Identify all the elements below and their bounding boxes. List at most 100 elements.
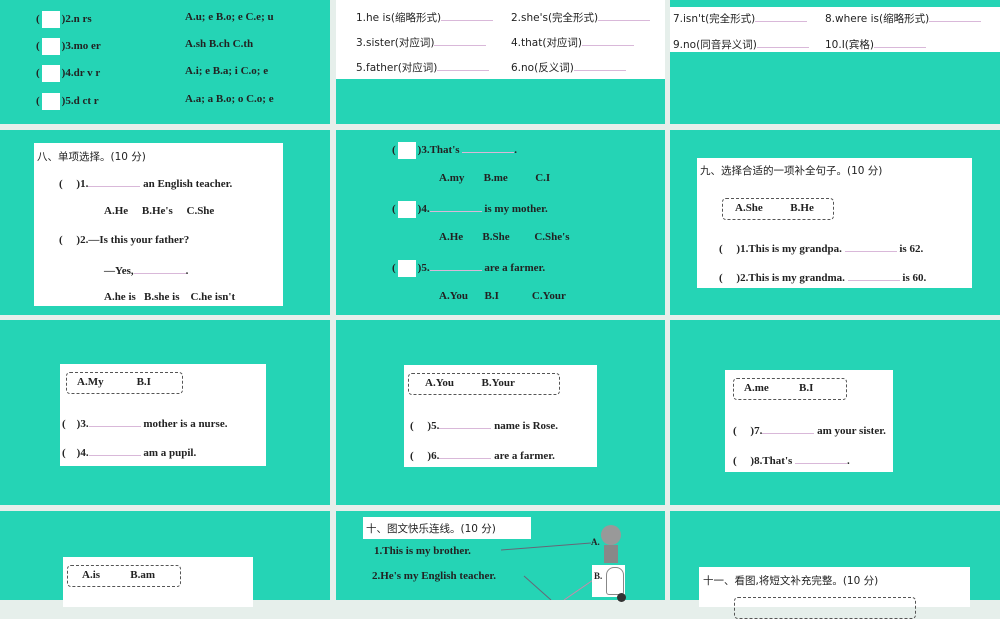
- white-panel: A.My B.I ( )3. mother is a nurse. ( )4. …: [60, 364, 266, 466]
- item: 9.no(同音异义词): [673, 39, 757, 51]
- options: A.u; e B.o; e C.e; u: [185, 11, 274, 23]
- blank: [88, 176, 141, 187]
- blank: [88, 445, 141, 456]
- answer-box[interactable]: [397, 260, 416, 277]
- blank: [462, 142, 515, 154]
- blank: [762, 423, 815, 434]
- options: A.a; a B.o; o C.o; e: [185, 93, 274, 105]
- item: 2.she's(完全形式): [511, 12, 599, 24]
- question-row: ()3.mo er: [36, 38, 101, 55]
- slide-5[interactable]: ()3.That's . A.my B.me C.I ()4. is my mo…: [336, 130, 665, 315]
- slide-2[interactable]: 1.he is(缩略形式) 2.she's(完全形式) 3.sister(对应词…: [336, 0, 665, 124]
- item: 4.that(对应词): [511, 37, 583, 49]
- blank: [429, 201, 482, 213]
- question-text: )2.This is my grandma.: [736, 272, 845, 284]
- slide-12[interactable]: 十一、看图,将短文补充完整。(10 分): [670, 511, 1000, 619]
- question-text: )4.dr v r: [61, 67, 101, 80]
- item: 3.sister(对应词): [356, 37, 435, 49]
- slide-11[interactable]: 十、图文快乐连线。(10 分) 1.This is my brother. 2.…: [336, 511, 665, 602]
- blank: [929, 11, 982, 22]
- blank: [795, 453, 848, 464]
- white-panel: 7.isn't(完全形式) 8.where is(缩略形式) 9.no(同音异义…: [670, 7, 1000, 52]
- question-text: )4.: [417, 203, 430, 216]
- question-text: )4.: [76, 447, 89, 459]
- question-text: )2.—Is this your father?: [76, 234, 190, 246]
- options-box: A.You B.Your: [408, 373, 560, 395]
- answer-box[interactable]: [41, 38, 60, 55]
- options-box: A.My B.I: [66, 372, 183, 394]
- question-text: are a farmer.: [494, 450, 555, 462]
- answer-box[interactable]: [41, 93, 60, 110]
- item: 1.he is(缩略形式): [356, 12, 442, 24]
- answer-box[interactable]: [397, 201, 416, 218]
- options: A.My B.I: [77, 376, 151, 388]
- slide-7[interactable]: A.My B.I ( )3. mother is a nurse. ( )4. …: [0, 320, 330, 505]
- white-panel: A.me B.I ( )7. am your sister. ( )8.That…: [725, 370, 893, 472]
- question-text: —Yes,: [104, 265, 134, 277]
- question-text: )7.: [750, 425, 763, 437]
- question-text: )6.: [427, 450, 440, 462]
- white-panel: 十一、看图,将短文补充完整。(10 分): [699, 567, 970, 619]
- white-panel: A.You B.Your ( )5. name is Rose. ( )6. a…: [404, 365, 597, 467]
- question-text: is 60.: [902, 272, 927, 284]
- slide-6[interactable]: 九、选择合适的一项补全句子。(10 分) A.She B.He ( )1.Thi…: [670, 130, 1000, 315]
- slide-1[interactable]: ()2.n rs A.u; e B.o; e C.e; u ()3.mo er …: [0, 0, 330, 124]
- item: 6.no(反义词): [511, 62, 574, 74]
- question-text: )2.n rs: [61, 13, 92, 26]
- options: A.i; e B.a; i C.o; e: [185, 65, 269, 77]
- blank: [441, 10, 494, 21]
- options: A.sh B.ch C.th: [185, 38, 254, 50]
- item: 10.I(宾格): [825, 39, 874, 51]
- answer-box[interactable]: [41, 11, 60, 28]
- question-text: )5.d ct r: [61, 95, 99, 108]
- question-row: ()2.n rs: [36, 11, 92, 28]
- blank: [582, 35, 635, 46]
- blank: [847, 270, 900, 281]
- slide-9[interactable]: A.me B.I ( )7. am your sister. ( )8.That…: [670, 320, 1000, 505]
- slide-10[interactable]: A.is B.am: [0, 511, 330, 607]
- blank: [598, 10, 651, 21]
- white-panel: 八、单项选择。(10 分) ( )1. an English teacher. …: [34, 143, 283, 306]
- blank: [756, 37, 809, 48]
- slide-3[interactable]: 7.isn't(完全形式) 8.where is(缩略形式) 9.no(同音异义…: [670, 0, 1000, 124]
- slide-8[interactable]: A.You B.Your ( )5. name is Rose. ( )6. a…: [336, 320, 665, 505]
- word-box: [734, 597, 916, 619]
- question-text: mother is a nurse.: [143, 418, 228, 430]
- question-text: are a farmer.: [484, 262, 546, 275]
- options: A.He B.He's C.She: [104, 205, 215, 217]
- answer-box[interactable]: [41, 65, 60, 82]
- blank: [429, 260, 482, 272]
- item: 5.father(对应词): [356, 62, 438, 74]
- options: A.He B.She C.She's: [439, 231, 570, 243]
- label-a: A.: [591, 537, 600, 547]
- options: A.me B.I: [744, 382, 814, 394]
- blank: [439, 418, 492, 429]
- boy-picture: [601, 525, 623, 565]
- question-row: ()5.d ct r: [36, 93, 99, 110]
- options: A.You B.Your: [425, 377, 515, 389]
- blank: [573, 60, 626, 71]
- blank: [88, 416, 141, 427]
- answer-box[interactable]: [397, 142, 416, 159]
- question-text: name is Rose.: [494, 420, 558, 432]
- person-picture: [617, 593, 626, 602]
- section-title: 九、选择合适的一项补全句子。(10 分): [700, 165, 883, 177]
- question-text: )3.mo er: [61, 40, 101, 53]
- blank: [874, 37, 926, 48]
- question-text: )5.: [417, 262, 430, 275]
- options-box: A.is B.am: [67, 565, 181, 587]
- question-text: )1.: [76, 178, 89, 190]
- slide-4[interactable]: 八、单项选择。(10 分) ( )1. an English teacher. …: [0, 130, 330, 315]
- item: 7.isn't(完全形式): [673, 13, 756, 25]
- question-text: )3.: [76, 418, 89, 430]
- section-title: 八、单项选择。(10 分): [37, 151, 146, 163]
- question-text: )3.That's: [417, 144, 460, 157]
- options: A.is B.am: [82, 569, 156, 581]
- question-text: am a pupil.: [143, 447, 197, 459]
- question-text: is my mother.: [484, 203, 548, 216]
- section-title: 十一、看图,将短文补充完整。(10 分): [703, 575, 879, 587]
- white-panel: 1.he is(缩略形式) 2.she's(完全形式) 3.sister(对应词…: [336, 0, 665, 79]
- question-row: ()4.dr v r: [36, 65, 100, 82]
- question-text: is 62.: [899, 243, 924, 255]
- blank: [755, 11, 808, 22]
